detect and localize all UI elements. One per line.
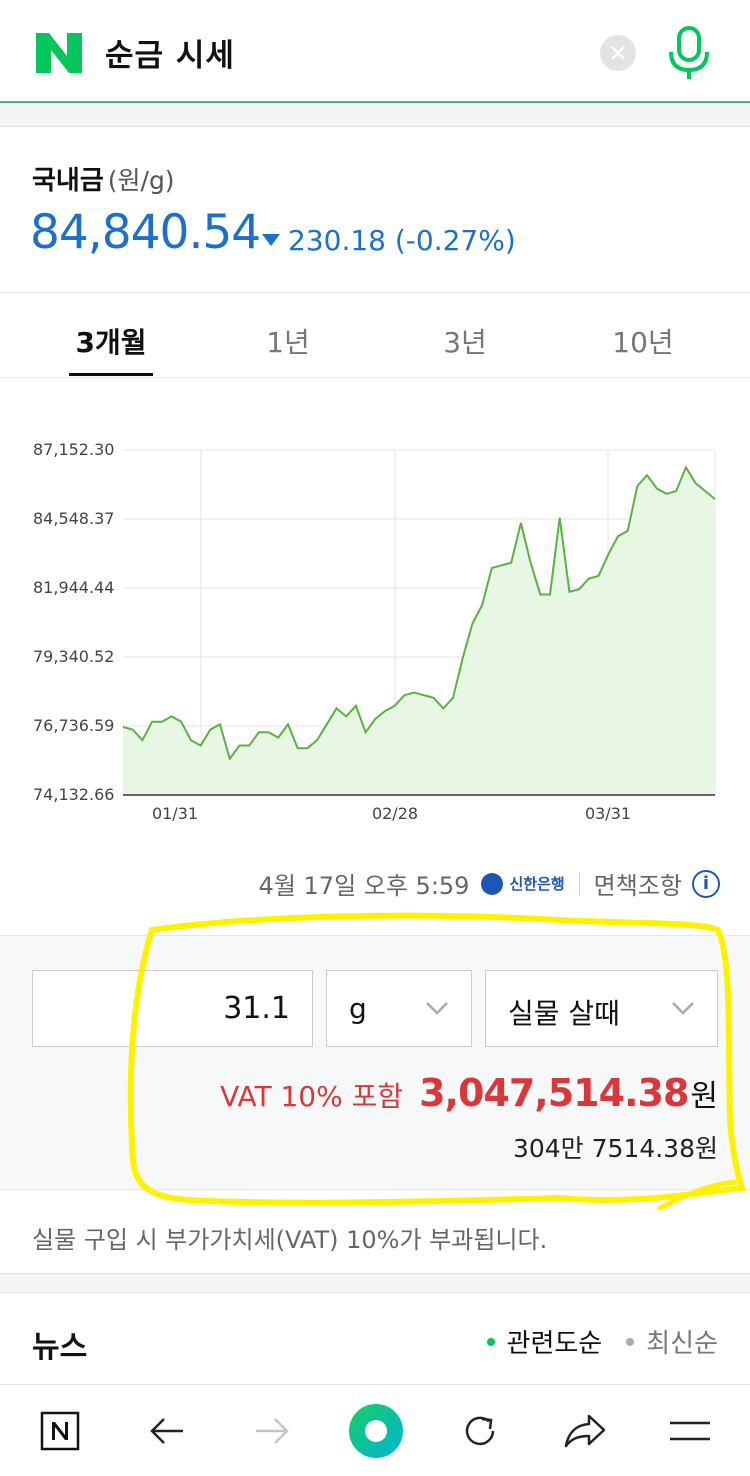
bank-logo-icon bbox=[481, 872, 504, 895]
y-tick-label: 76,736.59 bbox=[33, 716, 114, 735]
inactive-dot-icon bbox=[626, 1337, 635, 1346]
total-price: 3,047,514.38 bbox=[419, 1071, 689, 1115]
tab-10-years[interactable]: 10년 bbox=[568, 321, 718, 361]
refresh-button[interactable] bbox=[440, 1385, 520, 1476]
y-tick-label: 81,944.44 bbox=[33, 578, 114, 597]
chevron-down-icon bbox=[426, 1002, 448, 1015]
home-button[interactable] bbox=[20, 1385, 100, 1476]
news-section-title: 뉴스 bbox=[32, 1330, 88, 1365]
price-calculator: g 실물 살때 VAT 10% 포함 3,047,514.38 원 304만 7… bbox=[0, 935, 750, 1190]
naver-home-icon bbox=[40, 1411, 80, 1450]
update-timestamp: 4월 17일 오후 5:59 bbox=[258, 872, 470, 900]
active-tab-indicator bbox=[69, 373, 153, 376]
x-tick-label: 03/31 bbox=[585, 804, 631, 823]
source-info: 4월 17일 오후 5:59 신한은행 면책조항 i bbox=[259, 866, 720, 901]
unit-select[interactable]: g bbox=[326, 970, 472, 1047]
browser-bottom-bar bbox=[0, 1384, 750, 1475]
search-header: 순금 시세 bbox=[0, 0, 750, 103]
green-dot-icon bbox=[349, 1403, 403, 1458]
active-dot-icon bbox=[486, 1337, 495, 1346]
unit-select-value: g bbox=[349, 992, 367, 1025]
gold-price-chart[interactable]: 87,152.30 84,548.37 81,944.44 79,340.52 76,7… bbox=[0, 380, 750, 850]
x-tick-label: 01/31 bbox=[152, 804, 198, 823]
green-dot-button[interactable] bbox=[336, 1385, 416, 1476]
y-tick-label: 74,132.66 bbox=[33, 785, 114, 804]
tab-1-year[interactable]: 1년 bbox=[213, 321, 363, 361]
sort-latest-option[interactable]: 최신순 bbox=[626, 1323, 718, 1360]
current-price: 84,840.54 bbox=[30, 205, 261, 260]
korean-amount: 304만 7514.38원 bbox=[512, 1134, 718, 1163]
close-icon bbox=[611, 46, 625, 60]
section-gap bbox=[0, 1273, 750, 1293]
sort-latest-label: 최신순 bbox=[646, 1329, 718, 1359]
period-tabs: 3개월 1년 3년 10년 bbox=[0, 293, 750, 378]
share-button[interactable] bbox=[545, 1385, 625, 1476]
price-change-value: 230.18 (-0.27%) bbox=[288, 224, 516, 257]
y-tick-label: 87,152.30 bbox=[33, 440, 114, 459]
chevron-down-icon bbox=[672, 1002, 694, 1015]
sort-relevance-option[interactable]: 관련도순 bbox=[486, 1323, 603, 1360]
price-change: 230.18 (-0.27%) bbox=[262, 224, 516, 257]
total-price-line: VAT 10% 포함 3,047,514.38 원 bbox=[220, 1071, 718, 1115]
share-arrow-icon bbox=[564, 1414, 606, 1447]
naver-logo-icon[interactable] bbox=[36, 33, 82, 73]
y-tick-label: 84,548.37 bbox=[33, 509, 114, 528]
trade-type-value: 실물 살때 bbox=[508, 997, 620, 1030]
back-button[interactable] bbox=[127, 1385, 207, 1476]
news-sort-options: 관련도순 최신순 bbox=[463, 1323, 718, 1360]
separator bbox=[578, 872, 580, 895]
vat-label: VAT 10% 포함 bbox=[220, 1080, 404, 1113]
arrow-left-icon bbox=[150, 1417, 183, 1444]
section-gap bbox=[0, 105, 750, 127]
vat-notice: 실물 구입 시 부가가치세(VAT) 10%가 부과됩니다. bbox=[32, 1226, 548, 1254]
currency-unit: 원 bbox=[690, 1079, 718, 1114]
clear-search-button[interactable] bbox=[600, 35, 636, 71]
down-triangle-icon bbox=[262, 234, 280, 246]
trade-type-select[interactable]: 실물 살때 bbox=[485, 970, 718, 1047]
tab-3-months[interactable]: 3개월 bbox=[36, 321, 186, 361]
quantity-input[interactable] bbox=[32, 970, 313, 1047]
price-title: 국내금 (원/g) bbox=[32, 160, 175, 197]
info-icon[interactable]: i bbox=[692, 869, 720, 898]
refresh-icon bbox=[465, 1416, 495, 1445]
menu-button[interactable] bbox=[650, 1385, 730, 1476]
microphone-icon[interactable] bbox=[668, 26, 710, 80]
hamburger-menu-icon bbox=[670, 1421, 710, 1440]
series-area bbox=[123, 467, 715, 795]
arrow-right-icon bbox=[256, 1417, 289, 1444]
bank-name: 신한은행 bbox=[509, 875, 565, 893]
y-tick-label: 79,340.52 bbox=[33, 647, 114, 666]
sort-relevance-label: 관련도순 bbox=[506, 1329, 603, 1359]
disclaimer-link[interactable]: 면책조항 bbox=[594, 866, 682, 901]
tab-3-years[interactable]: 3년 bbox=[390, 321, 540, 361]
forward-button[interactable] bbox=[232, 1385, 312, 1476]
price-unit: (원/g) bbox=[107, 166, 175, 195]
x-tick-label: 02/28 bbox=[372, 804, 418, 823]
price-label: 국내금 bbox=[32, 166, 104, 196]
search-query[interactable]: 순금 시세 bbox=[105, 30, 235, 75]
